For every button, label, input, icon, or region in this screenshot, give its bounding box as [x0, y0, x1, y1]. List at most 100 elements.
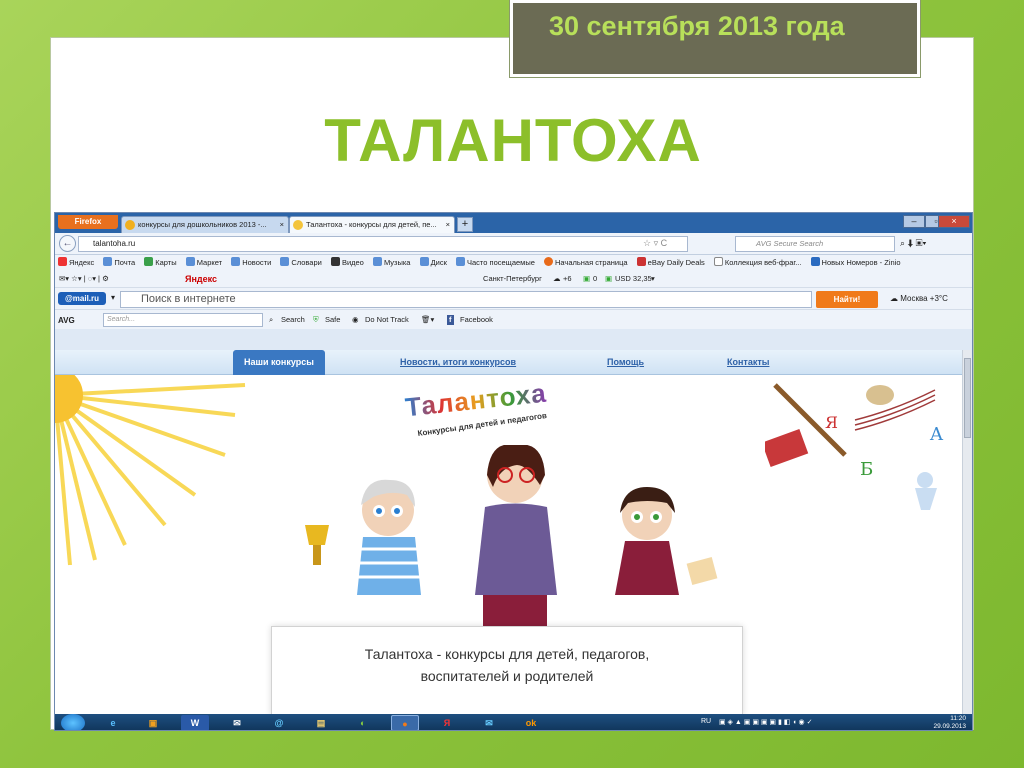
bookmark-item[interactable]: Диск [419, 255, 447, 271]
odnoklassniki-icon[interactable]: ok [517, 715, 545, 730]
search-icon[interactable]: ⌕ [269, 310, 273, 329]
avg-logo[interactable]: AVG [58, 311, 75, 330]
caption-line-1: Талантоха - конкурсы для детей, педагого… [364, 646, 650, 662]
internet-explorer-icon[interactable]: e [99, 715, 127, 730]
tab-konkursy[interactable]: конкурсы для дошкольников 2013 -... × [121, 216, 289, 233]
bookmark-label: Новых Номеров - Zinio [821, 258, 901, 267]
facebook-icon: f [447, 315, 454, 325]
word-icon[interactable]: W [181, 715, 209, 730]
page-icon [713, 257, 723, 266]
facebook-button[interactable]: Facebook [460, 310, 493, 329]
avg-search-input[interactable]: AVG Secure Search [735, 236, 895, 252]
back-arrow-icon[interactable]: ← [59, 235, 76, 252]
zinio-icon [810, 257, 820, 266]
yandex-logo[interactable]: Яндекс [185, 271, 217, 287]
weather-widget[interactable]: ☁ Москва +3°C [890, 294, 948, 303]
nav-novosti[interactable]: Новости, итоги конкурсов [400, 350, 516, 375]
page-icon [372, 257, 382, 266]
bookmark-star-icon[interactable]: ☆ ▿ C [643, 238, 667, 249]
bookmark-item[interactable]: Маркет [185, 255, 223, 271]
mail-icon[interactable]: ✉▾ ☆▾ | ◌▾ | ⚙ [59, 271, 109, 287]
mail-app-icon[interactable]: ✉ [223, 715, 251, 730]
start-button[interactable] [61, 714, 85, 730]
trash-icon[interactable]: 🗑▾ [421, 310, 434, 329]
bookmark-label: Видео [341, 258, 364, 267]
bookmark-label: Часто посещаемые [466, 258, 535, 267]
close-window-button[interactable]: × [938, 215, 970, 228]
bookmark-item[interactable]: Новых Номеров - Zinio [810, 255, 901, 271]
safe-button[interactable]: Safe [325, 310, 340, 329]
bookmark-item[interactable]: Яндекс [58, 255, 94, 271]
yandex-browser-icon[interactable]: Я [433, 715, 461, 730]
tab-talantoha[interactable]: Талантоха - конкурсы для детей, пе... × [289, 216, 455, 233]
bookmark-item[interactable]: Карты [144, 255, 177, 271]
page-icon [419, 257, 429, 266]
folder-icon[interactable]: ▤ [307, 715, 335, 730]
nav-pomoshch[interactable]: Помощь [607, 350, 644, 375]
bookmark-item[interactable]: Почта [103, 255, 135, 271]
bookmark-item[interactable]: Новости [231, 255, 271, 271]
mailru-agent-icon[interactable]: @ [265, 715, 293, 730]
nav-nashi-konkursy[interactable]: Наши конкурсы [233, 350, 325, 375]
tab-title: конкурсы для дошкольников 2013 -... [138, 220, 267, 229]
clock-date: 29.09.2013 [933, 723, 966, 730]
avg-search-placeholder: AVG Secure Search [756, 239, 824, 248]
caption-box: Талантоха - конкурсы для детей, педагого… [271, 626, 743, 714]
site-favicon-icon [293, 220, 303, 230]
bookmark-item[interactable]: Видео [330, 255, 364, 271]
new-tab-button[interactable]: + [457, 217, 473, 232]
outlook-icon[interactable]: ✉ [475, 715, 503, 730]
tray-icons[interactable]: ▣ ◈ ▲ ▣ ▣ ▣ ▣ ▮ ◧ ◖ ◉ ✓ [719, 718, 812, 726]
page-icon [455, 257, 465, 266]
search-icon [125, 220, 135, 230]
bookmark-label: Начальная страница [555, 258, 628, 267]
media-player-icon[interactable]: ▣ [139, 715, 167, 730]
scrollbar-thumb[interactable] [964, 358, 971, 438]
language-indicator[interactable]: RU [701, 718, 711, 725]
bookmark-item[interactable]: Часто посещаемые [455, 255, 535, 271]
chevron-down-icon[interactable]: ▾ [651, 271, 655, 287]
bookmark-item[interactable]: Коллекция веб-фраг... [713, 255, 801, 271]
address-text: talantoha.ru [93, 239, 136, 248]
web-page: Наши конкурсы Новости, итоги конкурсов П… [55, 350, 963, 714]
page-icon [103, 257, 113, 266]
bookmark-label: Яндекс [69, 258, 95, 267]
paint-icon[interactable]: ◐ [349, 715, 377, 730]
bookmark-item[interactable]: eBay Daily Deals [636, 255, 705, 271]
bookmark-item[interactable]: Словари [280, 255, 322, 271]
currency-icon: ▣ [605, 274, 613, 283]
ebay-icon [636, 257, 646, 266]
usd-rate: USD 32,35 [615, 274, 652, 283]
avg-toolbar: AVG Search... ⌕ Search ⛨ Safe ◉ Do Not T… [55, 309, 972, 329]
sun-illustration [55, 375, 246, 566]
mailru-logo[interactable]: @mail.ru [58, 292, 106, 305]
nav-kontakty[interactable]: Контакты [727, 350, 769, 375]
minimize-button[interactable]: – [903, 215, 925, 228]
bookmark-label: Почта [114, 258, 136, 267]
tab-bar: Firefox конкурсы для дошкольников 2013 -… [55, 213, 972, 233]
close-icon[interactable]: × [280, 217, 284, 232]
system-clock[interactable]: 11:20 29.09.2013 [933, 715, 966, 730]
find-button[interactable]: Найти! [816, 291, 878, 308]
tab-title: Талантоха - конкурсы для детей, пе... [306, 220, 437, 229]
svg-text:Я: Я [825, 413, 838, 432]
bookmark-label: Музыка [383, 258, 411, 267]
do-not-track-button[interactable]: Do Not Track [365, 310, 409, 329]
bookmark-item[interactable]: Музыка [372, 255, 411, 271]
close-icon[interactable]: × [446, 217, 450, 232]
bookmark-label: Маркет [196, 258, 223, 267]
download-icon[interactable]: ⌕ ⬇ ▣▾ [900, 238, 926, 249]
chevron-down-icon[interactable]: ▾ [111, 293, 115, 302]
firefox-menu-button[interactable]: Firefox [58, 215, 118, 229]
page-icon [144, 257, 154, 266]
address-input[interactable]: talantoha.ru [78, 236, 688, 252]
avg-toolbar-search-input[interactable]: Search... [103, 313, 263, 327]
windows-taskbar: e ▣ W ✉ @ ▤ ◐ ● Я ✉ ok RU ▣ ◈ ▲ ▣ ▣ ▣ ▣ … [55, 714, 972, 730]
slide-date: 30 сентября 2013 года [549, 11, 845, 41]
mailru-search-input[interactable]: Поиск в интернете [120, 291, 812, 308]
vertical-scrollbar[interactable] [962, 350, 972, 714]
bookmark-item[interactable]: Начальная страница [544, 255, 628, 271]
bookmarks-bar: Яндекс Почта Карты Маркет Новости Словар… [55, 255, 972, 271]
firefox-taskbar-icon[interactable]: ● [391, 715, 419, 730]
avg-search-button[interactable]: Search [281, 310, 305, 329]
